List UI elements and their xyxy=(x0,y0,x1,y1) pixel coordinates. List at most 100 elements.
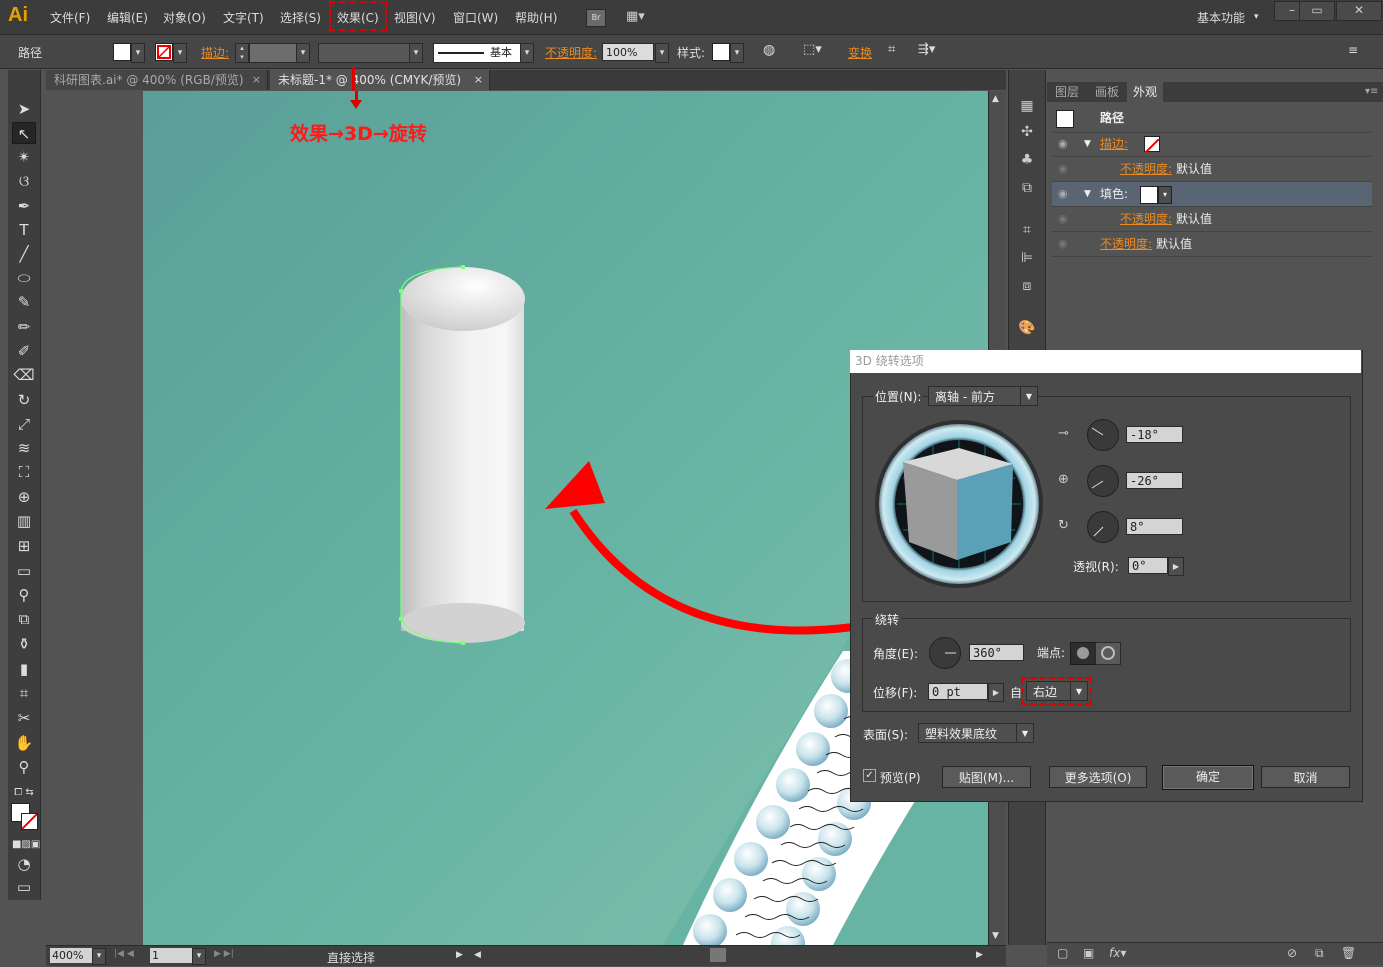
brush-profile-field[interactable]: 基本 xyxy=(433,43,521,63)
brush-profile-dropdown-icon[interactable]: ▾ xyxy=(520,43,534,63)
blob-brush-tool-icon[interactable]: ✐ xyxy=(12,340,36,362)
stroke-row[interactable]: ◉ ▼ 描边: xyxy=(1052,132,1372,157)
zoom-field[interactable]: 400% xyxy=(50,948,96,963)
tab-document-2[interactable]: 未标题-1* @ 400% (CMYK/预览) × xyxy=(270,70,490,90)
shape-builder-tool-icon[interactable]: ⊕ xyxy=(12,486,36,508)
transform-label[interactable]: 变换 xyxy=(848,44,872,61)
style-dropdown-icon[interactable]: ▾ xyxy=(730,43,744,63)
position-select[interactable]: 离轴 - 前方 ▼ xyxy=(928,386,1038,406)
gradient-tool-icon[interactable]: ▭ xyxy=(12,560,36,582)
selection-tool-icon[interactable]: ➤ xyxy=(12,98,36,120)
arrange-documents-icon[interactable]: ▦▾ xyxy=(626,9,652,25)
opacity-dropdown-icon[interactable]: ▾ xyxy=(655,43,669,63)
tab-appearance[interactable]: 外观 xyxy=(1127,82,1164,102)
rotate-tool-icon[interactable]: ↻ xyxy=(12,389,36,411)
slice-tool-icon[interactable]: ✂ xyxy=(12,707,36,729)
cancel-button[interactable]: 取消 xyxy=(1261,766,1350,788)
fill-row[interactable]: ◉ ▼ 填色: ▾ xyxy=(1052,182,1372,207)
expand-icon[interactable]: ▼ xyxy=(1084,132,1091,156)
menu-window[interactable]: 窗口(W) xyxy=(453,9,498,26)
workspace-dropdown-icon[interactable]: ▾ xyxy=(1254,12,1259,22)
warp-tool-icon[interactable]: ≋ xyxy=(12,437,36,459)
transform-panel-icon[interactable]: ⌗ xyxy=(1017,220,1037,240)
direct-selection-tool-icon[interactable]: ↖ xyxy=(12,122,36,144)
horizontal-scroll-thumb[interactable] xyxy=(710,948,726,962)
opacity-field[interactable]: 100% xyxy=(602,43,654,61)
opacity-row-label[interactable]: 不透明度: xyxy=(1120,207,1172,231)
fill-dropdown-icon[interactable]: ▾ xyxy=(1158,186,1172,204)
close-icon[interactable]: × xyxy=(474,70,483,90)
tab-layers[interactable]: 图层 xyxy=(1049,82,1085,102)
angle-dial[interactable] xyxy=(929,637,961,669)
eye-icon[interactable]: ◉ xyxy=(1058,207,1068,231)
fill-dropdown-icon[interactable]: ▾ xyxy=(131,43,145,63)
object-opacity-row[interactable]: ◉ 不透明度: 默认值 xyxy=(1052,232,1372,257)
zoom-dropdown-icon[interactable]: ▾ xyxy=(92,948,106,965)
paintbrush-tool-icon[interactable]: ✎ xyxy=(12,291,36,313)
align-icon[interactable]: ⬚▾ xyxy=(803,42,822,57)
workspace-switcher[interactable]: 基本功能 xyxy=(1197,9,1245,26)
blend-tool-icon[interactable]: ⧉ xyxy=(12,608,36,630)
surface-select[interactable]: 塑料效果底纹 ▼ xyxy=(918,723,1034,743)
variable-width-dropdown-icon[interactable]: ▾ xyxy=(409,43,423,63)
scroll-right-icon[interactable]: ▶ xyxy=(976,950,983,960)
ok-button[interactable]: 确定 xyxy=(1162,765,1254,790)
perspective-slider-icon[interactable]: ▶ xyxy=(1168,557,1184,576)
expand-icon[interactable]: ▼ xyxy=(1084,182,1091,206)
opacity-row-label[interactable]: 不透明度: xyxy=(1100,232,1152,256)
fx-icon[interactable]: fx▾ xyxy=(1109,946,1126,960)
maximize-button[interactable]: ▭ xyxy=(1299,1,1335,21)
duplicate-item-icon[interactable]: ⧉ xyxy=(1315,946,1324,961)
stroke-none-swatch[interactable] xyxy=(1144,136,1160,154)
swatches-icon[interactable]: ▦ xyxy=(1017,96,1037,116)
variable-width-field[interactable] xyxy=(318,43,410,63)
column-graph-tool-icon[interactable]: ▮ xyxy=(12,658,36,680)
perspective-field[interactable]: 0° xyxy=(1128,557,1168,574)
z-rotation-dial[interactable] xyxy=(1087,511,1119,543)
stroke-swatch[interactable] xyxy=(155,43,173,61)
fill-opacity-row[interactable]: ◉ 不透明度: 默认值 xyxy=(1052,207,1372,232)
eyedropper-tool-icon[interactable]: ⚲ xyxy=(12,584,36,606)
type-tool-icon[interactable]: T xyxy=(12,219,36,241)
offset-slider-icon[interactable]: ▶ xyxy=(988,683,1004,702)
eraser-tool-icon[interactable]: ⌫ xyxy=(12,364,36,386)
symbols-icon[interactable]: ♣ xyxy=(1017,150,1037,170)
panel-menu-icon[interactable]: ▾≡ xyxy=(1359,82,1383,102)
stroke-weight-dropdown-icon[interactable]: ▾ xyxy=(296,43,310,63)
y-rotation-field[interactable]: -26° xyxy=(1126,472,1183,489)
page-dropdown-icon[interactable]: ▾ xyxy=(192,948,206,965)
dialog-title-bar[interactable]: 3D 绕转选项 xyxy=(850,350,1361,373)
symbol-sprayer-tool-icon[interactable]: ⚱ xyxy=(12,633,36,655)
menu-type[interactable]: 文字(T) xyxy=(223,9,264,26)
menu-select[interactable]: 选择(S) xyxy=(280,9,321,26)
fill-white-swatch[interactable] xyxy=(1140,186,1158,204)
eye-icon[interactable]: ◉ xyxy=(1058,132,1068,156)
cap-on-button[interactable] xyxy=(1070,642,1096,665)
free-transform-tool-icon[interactable]: ⛶ xyxy=(12,461,36,483)
cap-off-button[interactable] xyxy=(1095,642,1121,665)
align-panel-icon[interactable]: ⊫ xyxy=(1017,248,1037,268)
color-guide-icon[interactable]: 🎨 xyxy=(1017,318,1037,338)
menu-help[interactable]: 帮助(H) xyxy=(515,9,557,26)
stroke-row-label[interactable]: 描边: xyxy=(1100,132,1128,156)
delete-item-icon[interactable]: 🗑 xyxy=(1341,946,1356,960)
last-page-icon[interactable]: ▶ ▶| xyxy=(214,949,234,959)
menu-view[interactable]: 视图(V) xyxy=(394,9,436,26)
from-select[interactable]: 右边 ▼ xyxy=(1026,681,1088,701)
tab-artboards[interactable]: 画板 xyxy=(1089,82,1125,102)
close-button[interactable]: ✕ xyxy=(1336,1,1382,21)
pathfinder-icon[interactable]: ⧈ xyxy=(1017,276,1037,296)
x-rotation-field[interactable]: -18° xyxy=(1126,426,1183,443)
more-options-button[interactable]: 更多选项(O) xyxy=(1049,766,1147,788)
envelope-icon[interactable]: ⇶▾ xyxy=(918,42,935,57)
stroke-label[interactable]: 描边: xyxy=(201,44,229,61)
angle-field[interactable]: 360° xyxy=(969,644,1024,661)
eye-icon[interactable]: ◉ xyxy=(1058,232,1068,256)
rotation-track-cube[interactable] xyxy=(873,418,1045,590)
offset-field[interactable]: 0 pt xyxy=(928,683,988,700)
mesh-tool-icon[interactable]: ⊞ xyxy=(12,535,36,557)
default-colors-icon[interactable]: ⧠ ⇆ xyxy=(12,782,36,804)
magic-wand-tool-icon[interactable]: ✴ xyxy=(12,146,36,168)
pencil-tool-icon[interactable]: ✏ xyxy=(12,316,36,338)
x-rotation-dial[interactable] xyxy=(1087,419,1119,451)
